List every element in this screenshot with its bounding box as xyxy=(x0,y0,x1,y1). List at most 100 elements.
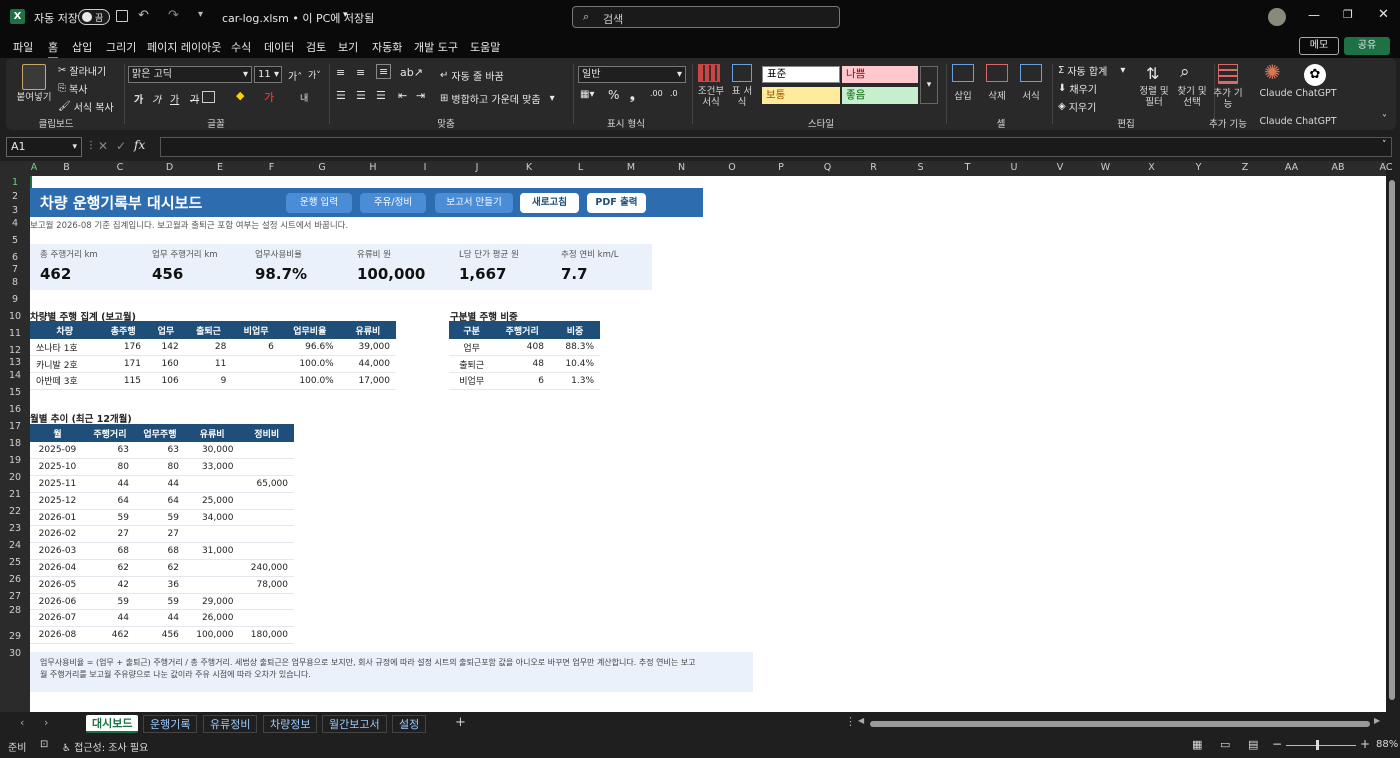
vertical-scroll-thumb[interactable] xyxy=(1389,180,1395,700)
orientation-icon[interactable]: ab↗ xyxy=(400,66,423,79)
menu-view[interactable]: 보기 xyxy=(338,39,358,55)
copy-button[interactable]: ⎘ 복사 xyxy=(58,81,87,96)
row-header[interactable]: 26 xyxy=(0,574,30,585)
function-icon[interactable]: fx xyxy=(134,138,145,152)
row-header[interactable]: 5 xyxy=(0,235,30,246)
avatar[interactable] xyxy=(1268,8,1286,26)
table-cell[interactable] xyxy=(239,458,294,477)
minimize-icon[interactable]: — xyxy=(1308,8,1320,22)
table-cell[interactable]: 쏘나타 1호 xyxy=(30,339,100,357)
row-header[interactable]: 6 xyxy=(0,252,30,263)
pdf-export-button[interactable]: PDF 출력 xyxy=(587,193,646,213)
fuel-maintenance-button[interactable]: 주유/정비 xyxy=(360,193,426,213)
table-cell[interactable]: 100.0% xyxy=(279,372,340,390)
find-select-button[interactable]: 찾기 및 선택 xyxy=(1172,86,1212,108)
table-cell[interactable]: 456 xyxy=(134,626,185,645)
claude-button[interactable]: Claude xyxy=(1256,88,1296,99)
align-bottom-icon[interactable]: ≡ xyxy=(376,64,392,79)
table-cell[interactable]: 80 xyxy=(134,458,185,477)
table-cell[interactable]: 2025-10 xyxy=(30,458,85,477)
scroll-right-icon[interactable]: › xyxy=(44,716,48,729)
expand-formula-icon[interactable]: ˅ xyxy=(1382,140,1387,150)
insert-cells-button[interactable]: 삽입 xyxy=(948,88,978,102)
table-cell[interactable]: 30,000 xyxy=(184,442,240,460)
table-cell[interactable]: 64 xyxy=(84,492,135,510)
table-cell[interactable]: 59 xyxy=(84,509,135,527)
percent-icon[interactable]: % xyxy=(608,88,619,102)
zoom-out-icon[interactable]: − xyxy=(1272,737,1282,751)
table-cell[interactable]: 78,000 xyxy=(239,576,294,594)
table-format-icon[interactable] xyxy=(732,64,752,82)
menu-page-layout[interactable]: 페이지 레이아웃 xyxy=(147,39,221,55)
table-cell[interactable] xyxy=(184,559,240,577)
shrink-font-icon[interactable]: 가˅ xyxy=(308,68,321,81)
table-cell[interactable] xyxy=(239,542,294,561)
menu-formulas[interactable]: 수식 xyxy=(231,39,251,55)
border-icon[interactable] xyxy=(202,91,215,103)
column-header[interactable]: R xyxy=(850,162,897,173)
styles-more-icon[interactable]: ▾ xyxy=(920,66,938,104)
table-cell[interactable]: 2026-01 xyxy=(30,509,85,527)
table-cell[interactable]: 2025-11 xyxy=(30,475,85,493)
font-name-select[interactable]: 맑은 고딕 ▾ xyxy=(128,66,252,83)
number-format-select[interactable]: 일반 ▾ xyxy=(578,66,686,83)
table-cell[interactable] xyxy=(239,509,294,527)
row-header[interactable]: 2 xyxy=(0,191,30,202)
row-header[interactable]: 8 xyxy=(0,277,30,288)
macro-record-icon[interactable]: ⊡ xyxy=(40,739,48,750)
table-cell[interactable]: 6 xyxy=(232,339,280,357)
table-cell[interactable] xyxy=(184,475,240,493)
align-middle-icon[interactable]: ≡ xyxy=(356,66,365,79)
decrease-indent-icon[interactable]: ⇤ xyxy=(398,89,407,102)
phonetic-icon[interactable]: 내 xyxy=(300,91,308,104)
normal-view-icon[interactable]: ▦ xyxy=(1192,738,1202,751)
increase-decimal-icon[interactable]: .00 xyxy=(650,89,663,98)
column-header[interactable]: F xyxy=(246,162,297,173)
row-header[interactable]: 18 xyxy=(0,438,30,449)
paste-button[interactable]: 붙여넣기 xyxy=(12,89,56,103)
menu-help[interactable]: 도움말 xyxy=(470,39,500,55)
merge-center-button[interactable]: ⊞ 병합하고 가운데 맞춤 ▾ xyxy=(440,91,555,106)
table-cell[interactable]: 64 xyxy=(134,492,185,510)
row-header[interactable]: 24 xyxy=(0,540,30,551)
scroll-left-icon[interactable]: ‹ xyxy=(20,716,24,729)
row-header[interactable]: 30 xyxy=(0,648,30,659)
share-button[interactable]: 공유 xyxy=(1344,37,1390,55)
zoom-in-icon[interactable]: + xyxy=(1360,737,1370,751)
table-cell[interactable]: 100,000 xyxy=(184,626,240,645)
column-header[interactable]: M xyxy=(606,162,656,173)
comma-icon[interactable]: ❟ xyxy=(630,88,635,103)
collapse-ribbon-icon[interactable]: ˅ xyxy=(1382,114,1387,125)
menu-developer[interactable]: 개발 도구 xyxy=(414,39,458,55)
table-cell[interactable]: 44 xyxy=(134,475,185,493)
conditional-format-button[interactable]: 조건부 서식 xyxy=(696,86,726,108)
addins-icon[interactable] xyxy=(1218,64,1238,84)
style-normal[interactable]: 표준 xyxy=(762,66,840,83)
style-bad[interactable]: 나쁨 xyxy=(842,66,918,83)
table-cell[interactable]: 106 xyxy=(147,372,185,390)
column-header[interactable]: N xyxy=(656,162,707,173)
menu-automate[interactable]: 자동화 xyxy=(372,39,402,55)
column-header[interactable]: A xyxy=(30,162,38,173)
autosum-button[interactable]: Σ 자동 합계 ▾ xyxy=(1058,63,1125,78)
format-painter-button[interactable]: 🖌 서식 복사 xyxy=(58,99,114,114)
column-header[interactable]: O xyxy=(707,162,757,173)
table-cell[interactable]: 160 xyxy=(147,355,185,374)
table-cell[interactable]: 비업무 xyxy=(449,372,495,390)
table-cell[interactable]: 171 xyxy=(99,355,147,374)
clear-button[interactable]: ◈ 지우기 xyxy=(1058,99,1096,114)
row-header[interactable]: 12 xyxy=(0,345,30,356)
table-cell[interactable]: 59 xyxy=(134,593,185,611)
row-header[interactable]: 29 xyxy=(0,631,30,642)
add-sheet-icon[interactable]: + xyxy=(455,715,466,730)
wrap-text-button[interactable]: ↵ 자동 줄 바꿈 xyxy=(440,68,504,83)
row-header[interactable]: 3 xyxy=(0,205,30,216)
insert-cells-icon[interactable] xyxy=(952,64,974,82)
table-cell[interactable]: 1.3% xyxy=(549,372,600,390)
table-cell[interactable]: 44,000 xyxy=(339,355,396,374)
table-cell[interactable]: 180,000 xyxy=(239,626,294,645)
menu-draw[interactable]: 그리기 xyxy=(106,39,136,55)
table-cell[interactable]: 240,000 xyxy=(239,559,294,577)
table-cell[interactable]: 33,000 xyxy=(184,458,240,477)
save-icon[interactable] xyxy=(116,10,128,22)
